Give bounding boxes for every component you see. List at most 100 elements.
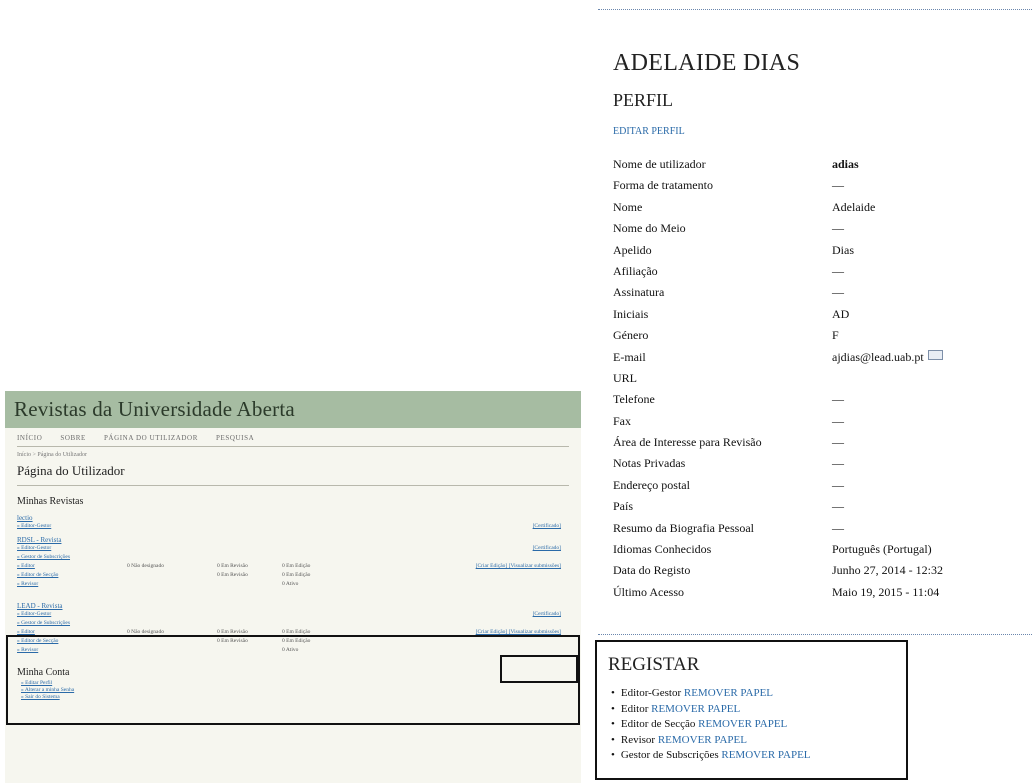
journal-role-row: » Editor-Gestor [Certificado] (17, 522, 569, 531)
field-value-text: F (832, 328, 839, 343)
role-link[interactable]: » Editor-Gestor (17, 545, 51, 551)
in-editing-count: 0 Em Edição (282, 572, 311, 578)
role-link[interactable]: » Editor-Gestor (17, 611, 51, 617)
field-label: Idiomas Conhecidos (613, 542, 712, 557)
profile-field-row: URL (613, 368, 1032, 389)
field-value-text: Dias (832, 242, 854, 257)
nav-item-inicio[interactable]: Início (17, 434, 42, 442)
journal-name-link[interactable]: LEAD - Revista (17, 597, 569, 610)
field-value: ajdias@lead.uab.pt (832, 347, 943, 368)
profile-field-row: Apelido Dias (613, 240, 1032, 261)
field-value-text: — (832, 413, 844, 428)
field-value-text: Português (Portugal) (832, 542, 932, 557)
profile-field-row: Assinatura — (613, 282, 1032, 303)
certificate-link-highlight (500, 655, 578, 683)
field-label: URL (613, 370, 637, 385)
role-name: Editor de Secção (620, 718, 696, 730)
breadcrumb: Início > Página do Utilizador (17, 452, 88, 458)
role-link[interactable]: » Editor-Gestor (17, 523, 51, 529)
field-value: — (832, 261, 844, 282)
edit-profile-link[interactable]: EDITAR PERFIL (613, 126, 685, 137)
field-value: Junho 27, 2014 - 12:32 (832, 560, 943, 581)
field-value-text: — (832, 456, 844, 471)
role-link[interactable]: » Gestor de Subscrições (17, 620, 70, 626)
field-label: Fax (613, 413, 631, 428)
field-label: Endereço postal (613, 477, 690, 492)
field-label: Resumo da Biografia Pessoal (613, 520, 754, 535)
role-action-link[interactable]: [Certificado] (533, 523, 561, 529)
field-value: Português (Portugal) (832, 539, 932, 560)
field-label: País (613, 499, 634, 514)
field-value-text: adias (832, 157, 859, 171)
role-link[interactable]: » Gestor de Subscrições (17, 554, 70, 560)
field-value-text: AD (832, 306, 850, 321)
field-label: Iniciais (613, 306, 649, 321)
envelope-icon[interactable] (927, 349, 943, 360)
nav-item-sobre[interactable]: Sobre (60, 434, 86, 442)
profile-field-row: Idiomas Conhecidos Português (Portugal) (613, 539, 1032, 560)
journal-name-link[interactable]: lectio (17, 509, 569, 522)
remove-role-link[interactable]: REMOVER PAPEL (651, 703, 740, 715)
profile-field-row: Endereço postal — (613, 475, 1032, 496)
journal-role-row: » Editor-Gestor [Certificado] (17, 544, 569, 553)
site-header: Revistas da Universidade Aberta (5, 391, 581, 428)
field-label: Área de Interesse para Revisão (613, 435, 762, 450)
profile-field-row: Data do Registo Junho 27, 2014 - 12:32 (613, 560, 1032, 581)
lead-journal-highlight (6, 635, 580, 725)
registar-heading: REGISTAR (608, 654, 700, 675)
role-list: Editor-Gestor REMOVER PAPELEditor REMOVE… (611, 686, 811, 764)
role-name: Editor (620, 702, 649, 715)
journal-name-link[interactable]: RDSL - Revista (17, 531, 569, 544)
field-label: Género (613, 328, 649, 343)
field-label: Afiliação (613, 263, 658, 278)
field-value-text: — (832, 221, 844, 236)
profile-field-row: Género F (613, 325, 1032, 346)
journal-role-row: » Editor-Gestor [Certificado] (17, 610, 569, 619)
profile-field-row: Iniciais AD (613, 304, 1032, 325)
journal-role-row: » Gestor de Subscrições (17, 553, 569, 562)
field-value: — (832, 518, 844, 539)
field-value: — (832, 496, 844, 517)
journal-role-row: » Gestor de Subscrições (17, 619, 569, 628)
role-action-link[interactable]: [Certificado] (533, 545, 561, 551)
nav-item-pesquisa[interactable]: Pesquisa (216, 434, 254, 442)
field-value: F (832, 325, 839, 346)
journal-role-row: » Revisor 0 Ativo (17, 580, 569, 589)
profile-field-row: Último Acesso Maio 19, 2015 - 11:04 (613, 582, 1032, 603)
remove-role-link[interactable]: REMOVER PAPEL (658, 734, 747, 746)
field-label: Data do Registo (613, 563, 691, 578)
field-value: AD (832, 304, 849, 325)
field-value-text: — (832, 520, 844, 535)
field-value-text: — (832, 499, 844, 514)
role-item: Editor de Secção REMOVER PAPEL (611, 717, 811, 733)
field-value: — (832, 175, 844, 196)
field-value: — (832, 475, 844, 496)
profile-field-row: Nome Adelaide (613, 197, 1032, 218)
in-review-count: 0 Em Revisão (217, 563, 248, 569)
nav-item-user-page[interactable]: Página do utilizador (104, 434, 198, 442)
role-link[interactable]: » Editor de Secção (17, 572, 58, 578)
field-value: Maio 19, 2015 - 11:04 (832, 582, 939, 603)
role-link[interactable]: » Editor (17, 563, 35, 569)
field-value-text: — (832, 263, 844, 278)
field-value-text: — (832, 435, 844, 450)
role-action-link[interactable]: [Criar Edição] [Visualizar submissões] (476, 563, 561, 569)
journal-role-row: » Editor de Secção 0 Em Revisão 0 Em Ediçã… (17, 571, 569, 580)
remove-role-link[interactable]: REMOVER PAPEL (721, 749, 810, 761)
divider (598, 634, 1032, 635)
site-title: Revistas da Universidade Aberta (14, 397, 295, 421)
profile-fields: Nome de utilizador adias Forma de tratamen… (613, 154, 1032, 603)
role-action-link[interactable]: [Certificado] (533, 611, 561, 617)
role-name: Editor-Gestor (620, 687, 682, 699)
role-link[interactable]: » Revisor (17, 581, 38, 587)
remove-role-link[interactable]: REMOVER PAPEL (698, 718, 787, 730)
profile-heading: PERFIL (613, 90, 674, 110)
field-value-text: Junho 27, 2014 - 12:32 (832, 563, 943, 578)
field-label: Telefone (613, 392, 655, 407)
remove-role-link[interactable]: REMOVER PAPEL (684, 687, 773, 699)
profile-field-row: Nome do Meio — (613, 218, 1032, 239)
field-label: Assinatura (613, 285, 665, 300)
field-value-text: — (832, 178, 844, 193)
role-item: Gestor de Subscrições REMOVER PAPEL (611, 748, 811, 764)
field-value-text: — (832, 285, 844, 300)
